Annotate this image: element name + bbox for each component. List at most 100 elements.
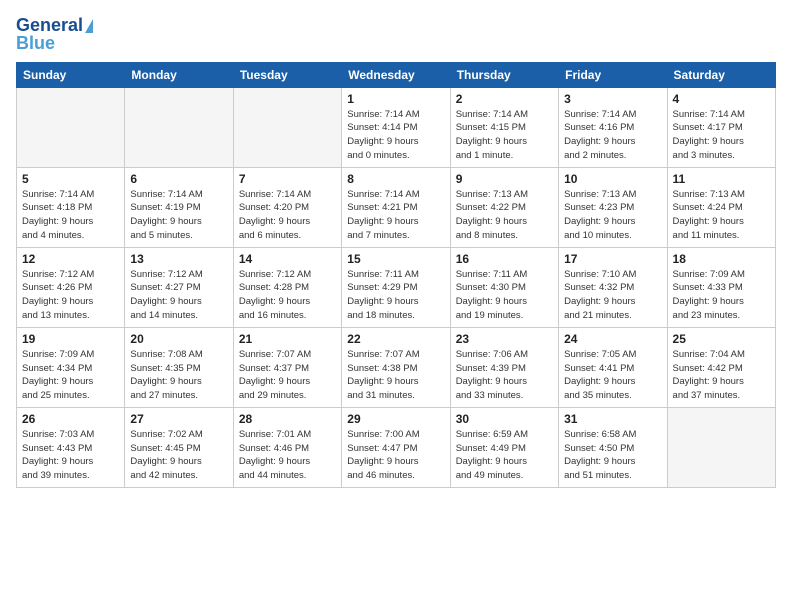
- day-info: Sunrise: 7:14 AM Sunset: 4:19 PM Dayligh…: [130, 188, 227, 243]
- calendar-cell: [125, 87, 233, 167]
- day-info: Sunrise: 7:14 AM Sunset: 4:15 PM Dayligh…: [456, 108, 553, 163]
- calendar-cell: 1 Sunrise: 7:14 AM Sunset: 4:14 PM Daylig…: [342, 87, 450, 167]
- day-info: Sunrise: 7:12 AM Sunset: 4:26 PM Dayligh…: [22, 268, 119, 323]
- week-row-3: 12Sunrise: 7:12 AM Sunset: 4:26 PM Dayli…: [17, 247, 776, 327]
- calendar-cell: 22 Sunrise: 7:07 AM Sunset: 4:38 PM Dayli…: [342, 327, 450, 407]
- day-number: 21: [239, 332, 336, 346]
- day-number: 15: [347, 252, 444, 266]
- week-row-1: 1 Sunrise: 7:14 AM Sunset: 4:14 PM Daylig…: [17, 87, 776, 167]
- day-info: Sunrise: 7:09 AM Sunset: 4:33 PM Dayligh…: [673, 268, 770, 323]
- day-number: 30: [456, 412, 553, 426]
- day-info: Sunrise: 6:59 AM Sunset: 4:49 PM Dayligh…: [456, 428, 553, 483]
- weekday-header-sunday: Sunday: [17, 62, 125, 87]
- day-number: 16: [456, 252, 553, 266]
- day-number: 26: [22, 412, 119, 426]
- day-info: Sunrise: 7:14 AM Sunset: 4:17 PM Dayligh…: [673, 108, 770, 163]
- calendar-cell: 12Sunrise: 7:12 AM Sunset: 4:26 PM Dayli…: [17, 247, 125, 327]
- day-info: Sunrise: 7:10 AM Sunset: 4:32 PM Dayligh…: [564, 268, 661, 323]
- day-number: 25: [673, 332, 770, 346]
- day-info: Sunrise: 7:13 AM Sunset: 4:23 PM Dayligh…: [564, 188, 661, 243]
- day-info: Sunrise: 7:11 AM Sunset: 4:30 PM Dayligh…: [456, 268, 553, 323]
- calendar-cell: 13Sunrise: 7:12 AM Sunset: 4:27 PM Dayli…: [125, 247, 233, 327]
- weekday-header-wednesday: Wednesday: [342, 62, 450, 87]
- calendar-cell: 9Sunrise: 7:13 AM Sunset: 4:22 PM Daylig…: [450, 167, 558, 247]
- calendar-cell: [233, 87, 341, 167]
- calendar-cell: 28Sunrise: 7:01 AM Sunset: 4:46 PM Dayli…: [233, 407, 341, 487]
- day-number: 6: [130, 172, 227, 186]
- weekday-header-saturday: Saturday: [667, 62, 775, 87]
- header: General Blue: [16, 16, 776, 54]
- calendar-cell: 27 Sunrise: 7:02 AM Sunset: 4:45 PM Dayli…: [125, 407, 233, 487]
- calendar-cell: 10 Sunrise: 7:13 AM Sunset: 4:23 PM Dayli…: [559, 167, 667, 247]
- day-info: Sunrise: 7:00 AM Sunset: 4:47 PM Dayligh…: [347, 428, 444, 483]
- calendar: SundayMondayTuesdayWednesdayThursdayFrid…: [16, 62, 776, 488]
- calendar-cell: 5 Sunrise: 7:14 AM Sunset: 4:18 PM Daylig…: [17, 167, 125, 247]
- day-number: 1: [347, 92, 444, 106]
- day-number: 22: [347, 332, 444, 346]
- calendar-cell: 18 Sunrise: 7:09 AM Sunset: 4:33 PM Dayli…: [667, 247, 775, 327]
- calendar-cell: 4 Sunrise: 7:14 AM Sunset: 4:17 PM Daylig…: [667, 87, 775, 167]
- day-info: Sunrise: 7:04 AM Sunset: 4:42 PM Dayligh…: [673, 348, 770, 403]
- day-number: 29: [347, 412, 444, 426]
- day-number: 27: [130, 412, 227, 426]
- day-info: Sunrise: 7:05 AM Sunset: 4:41 PM Dayligh…: [564, 348, 661, 403]
- logo: General Blue: [16, 16, 93, 54]
- calendar-cell: 30 Sunrise: 6:59 AM Sunset: 4:49 PM Dayli…: [450, 407, 558, 487]
- day-number: 9: [456, 172, 553, 186]
- calendar-cell: 6 Sunrise: 7:14 AM Sunset: 4:19 PM Daylig…: [125, 167, 233, 247]
- day-info: Sunrise: 7:01 AM Sunset: 4:46 PM Dayligh…: [239, 428, 336, 483]
- day-number: 10: [564, 172, 661, 186]
- day-number: 5: [22, 172, 119, 186]
- day-number: 2: [456, 92, 553, 106]
- day-info: Sunrise: 7:12 AM Sunset: 4:27 PM Dayligh…: [130, 268, 227, 323]
- day-number: 3: [564, 92, 661, 106]
- day-info: Sunrise: 7:11 AM Sunset: 4:29 PM Dayligh…: [347, 268, 444, 323]
- calendar-cell: [17, 87, 125, 167]
- day-info: Sunrise: 7:08 AM Sunset: 4:35 PM Dayligh…: [130, 348, 227, 403]
- weekday-header-monday: Monday: [125, 62, 233, 87]
- calendar-cell: 26Sunrise: 7:03 AM Sunset: 4:43 PM Dayli…: [17, 407, 125, 487]
- calendar-cell: 8 Sunrise: 7:14 AM Sunset: 4:21 PM Daylig…: [342, 167, 450, 247]
- logo-blue: Blue: [16, 34, 55, 54]
- calendar-cell: 2 Sunrise: 7:14 AM Sunset: 4:15 PM Daylig…: [450, 87, 558, 167]
- calendar-cell: 19Sunrise: 7:09 AM Sunset: 4:34 PM Dayli…: [17, 327, 125, 407]
- calendar-cell: 16 Sunrise: 7:11 AM Sunset: 4:30 PM Dayli…: [450, 247, 558, 327]
- day-info: Sunrise: 7:14 AM Sunset: 4:20 PM Dayligh…: [239, 188, 336, 243]
- week-row-4: 19Sunrise: 7:09 AM Sunset: 4:34 PM Dayli…: [17, 327, 776, 407]
- day-number: 20: [130, 332, 227, 346]
- calendar-cell: 25 Sunrise: 7:04 AM Sunset: 4:42 PM Dayli…: [667, 327, 775, 407]
- day-number: 8: [347, 172, 444, 186]
- calendar-cell: 17 Sunrise: 7:10 AM Sunset: 4:32 PM Dayli…: [559, 247, 667, 327]
- calendar-cell: 21 Sunrise: 7:07 AM Sunset: 4:37 PM Dayli…: [233, 327, 341, 407]
- calendar-cell: 24 Sunrise: 7:05 AM Sunset: 4:41 PM Dayli…: [559, 327, 667, 407]
- day-number: 14: [239, 252, 336, 266]
- day-number: 11: [673, 172, 770, 186]
- calendar-cell: 29 Sunrise: 7:00 AM Sunset: 4:47 PM Dayli…: [342, 407, 450, 487]
- day-number: 4: [673, 92, 770, 106]
- weekday-header-row: SundayMondayTuesdayWednesdayThursdayFrid…: [17, 62, 776, 87]
- day-number: 24: [564, 332, 661, 346]
- day-info: Sunrise: 7:14 AM Sunset: 4:18 PM Dayligh…: [22, 188, 119, 243]
- calendar-cell: [667, 407, 775, 487]
- weekday-header-friday: Friday: [559, 62, 667, 87]
- day-number: 31: [564, 412, 661, 426]
- day-info: Sunrise: 7:02 AM Sunset: 4:45 PM Dayligh…: [130, 428, 227, 483]
- day-info: Sunrise: 7:07 AM Sunset: 4:37 PM Dayligh…: [239, 348, 336, 403]
- weekday-header-tuesday: Tuesday: [233, 62, 341, 87]
- calendar-cell: 14 Sunrise: 7:12 AM Sunset: 4:28 PM Dayli…: [233, 247, 341, 327]
- day-info: Sunrise: 6:58 AM Sunset: 4:50 PM Dayligh…: [564, 428, 661, 483]
- day-info: Sunrise: 7:09 AM Sunset: 4:34 PM Dayligh…: [22, 348, 119, 403]
- day-info: Sunrise: 7:07 AM Sunset: 4:38 PM Dayligh…: [347, 348, 444, 403]
- day-number: 7: [239, 172, 336, 186]
- week-row-5: 26Sunrise: 7:03 AM Sunset: 4:43 PM Dayli…: [17, 407, 776, 487]
- day-info: Sunrise: 7:14 AM Sunset: 4:14 PM Dayligh…: [347, 108, 444, 163]
- day-info: Sunrise: 7:14 AM Sunset: 4:21 PM Dayligh…: [347, 188, 444, 243]
- logo-triangle-icon: [85, 19, 93, 33]
- calendar-cell: 7 Sunrise: 7:14 AM Sunset: 4:20 PM Daylig…: [233, 167, 341, 247]
- calendar-cell: 23Sunrise: 7:06 AM Sunset: 4:39 PM Dayli…: [450, 327, 558, 407]
- day-number: 17: [564, 252, 661, 266]
- page: General Blue SundayMondayTuesdayWednesda…: [0, 0, 792, 612]
- calendar-cell: 15 Sunrise: 7:11 AM Sunset: 4:29 PM Dayli…: [342, 247, 450, 327]
- day-number: 18: [673, 252, 770, 266]
- day-info: Sunrise: 7:12 AM Sunset: 4:28 PM Dayligh…: [239, 268, 336, 323]
